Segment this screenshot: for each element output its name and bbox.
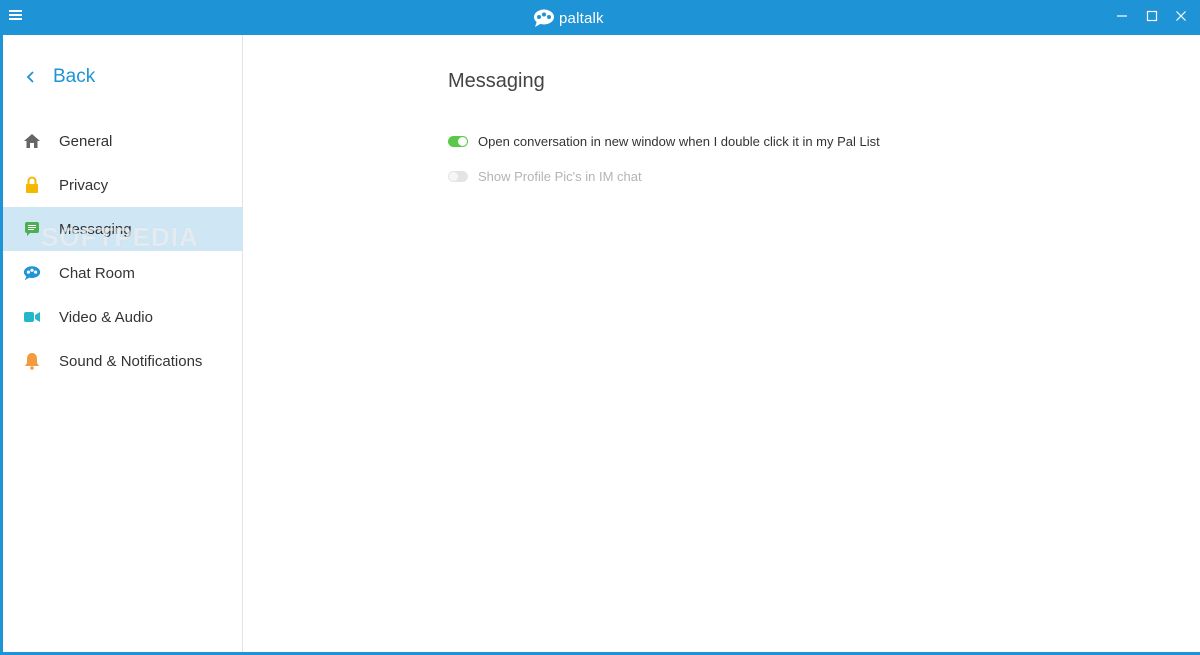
sidebar-item-label: Sound & Notifications <box>59 353 203 370</box>
hamburger-menu-icon[interactable] <box>9 8 27 26</box>
sidebar-item-label: Chat Room <box>59 265 135 282</box>
maximize-button[interactable] <box>1137 0 1167 32</box>
toggle-switch-off-disabled <box>448 170 468 182</box>
settings-sidebar: Back General Privacy Messaging Chat Room <box>3 35 243 652</box>
app-name: paltalk <box>559 9 604 27</box>
sidebar-item-sound-notifications[interactable]: Sound & Notifications <box>3 339 243 383</box>
setting-show-profile-pics: Show Profile Pic's in IM chat <box>448 166 642 186</box>
main-content: Messaging Open conversation in new windo… <box>244 35 1200 652</box>
bell-icon <box>23 352 41 370</box>
sidebar-item-general[interactable]: General <box>3 119 243 163</box>
settings-nav: General Privacy Messaging Chat Room Vide… <box>3 119 243 383</box>
minimize-icon <box>1117 15 1127 17</box>
page-title: Messaging <box>448 70 545 92</box>
close-button[interactable] <box>1166 0 1196 32</box>
message-icon <box>23 220 41 238</box>
sidebar-item-label: Video & Audio <box>59 309 153 326</box>
chevron-left-icon <box>26 71 34 83</box>
sidebar-item-label: General <box>59 133 113 150</box>
sidebar-item-label: Privacy <box>59 177 109 194</box>
setting-label: Show Profile Pic's in IM chat <box>478 168 642 184</box>
back-button[interactable]: Back <box>25 65 95 89</box>
setting-open-conversation-new-window: Open conversation in new window when I d… <box>448 131 880 151</box>
chat-room-icon <box>23 264 41 282</box>
title-bar: paltalk <box>0 0 1200 35</box>
sidebar-item-chat-room[interactable]: Chat Room <box>3 251 243 295</box>
app-brand: paltalk <box>533 7 604 29</box>
back-label: Back <box>53 66 96 87</box>
sidebar-item-privacy[interactable]: Privacy <box>3 163 243 207</box>
minimize-button[interactable] <box>1107 0 1137 32</box>
toggle-switch-on[interactable] <box>448 135 468 147</box>
sidebar-item-label: Messaging <box>59 221 132 238</box>
home-icon <box>23 132 41 150</box>
video-camera-icon <box>23 308 41 326</box>
close-icon <box>1176 11 1186 21</box>
lock-icon <box>23 176 41 194</box>
paltalk-logo-icon <box>534 9 554 27</box>
setting-label: Open conversation in new window when I d… <box>478 133 880 149</box>
sidebar-item-messaging[interactable]: Messaging <box>3 207 243 251</box>
sidebar-item-video-audio[interactable]: Video & Audio <box>3 295 243 339</box>
maximize-icon <box>1146 10 1158 22</box>
